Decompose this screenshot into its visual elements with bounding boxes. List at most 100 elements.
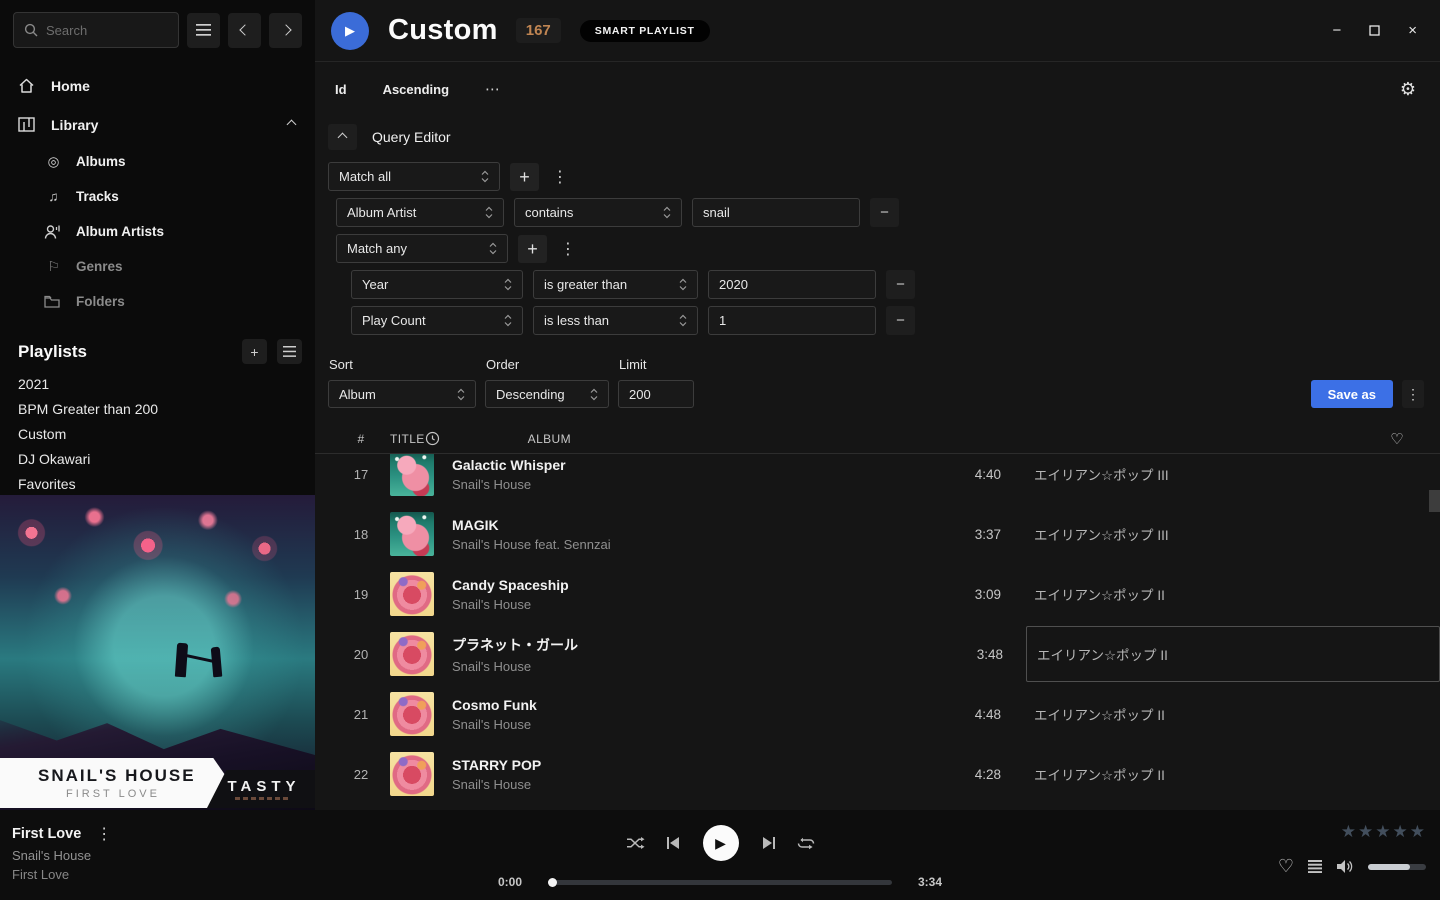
track-title: MAGIK: [452, 517, 931, 533]
close-button[interactable]: ×: [1408, 22, 1417, 39]
previous-track-button[interactable]: [666, 836, 680, 850]
toolbar-more-button[interactable]: ⋯: [485, 80, 501, 98]
rule-operator-select[interactable]: is greater than: [533, 270, 698, 299]
select-updown-icon: [679, 314, 687, 327]
now-playing-info: First Love ⋮ Snail's House First Love: [12, 824, 115, 882]
playlist-item[interactable]: BPM Greater than 200: [0, 397, 315, 422]
player-bar: First Love ⋮ Snail's House First Love ▶: [0, 810, 1440, 900]
star-icon[interactable]: ★: [1375, 822, 1390, 842]
group-menu-button[interactable]: ⋮: [549, 167, 571, 187]
sidebar-item-folders[interactable]: Folders: [0, 284, 315, 319]
track-number: 22: [343, 767, 379, 782]
playlist-item[interactable]: DJ Okawari: [0, 447, 315, 472]
column-title[interactable]: TITLE: [390, 432, 425, 446]
save-menu-button[interactable]: ⋮: [1402, 380, 1424, 408]
next-track-button[interactable]: [762, 836, 776, 850]
match-mode-select[interactable]: Match all: [328, 162, 500, 191]
sidebar-item-library[interactable]: Library: [0, 105, 315, 144]
group-menu-button[interactable]: ⋮: [557, 239, 579, 259]
rule-operator-select[interactable]: is less than: [533, 306, 698, 335]
volume-slider[interactable]: [1368, 864, 1426, 870]
chevron-up-icon[interactable]: [287, 120, 297, 130]
seek-thumb[interactable]: [548, 878, 557, 887]
rule-field-select[interactable]: Album Artist: [336, 198, 504, 227]
gear-icon[interactable]: ⚙: [1400, 79, 1416, 100]
track-number: 20: [343, 647, 379, 662]
volume-button[interactable]: [1336, 859, 1354, 874]
menu-button[interactable]: [187, 13, 220, 48]
add-rule-button[interactable]: +: [518, 235, 547, 263]
now-playing-menu-button[interactable]: ⋮: [93, 824, 115, 844]
star-icon[interactable]: ★: [1393, 822, 1408, 842]
track-duration: 3:09: [931, 587, 1001, 602]
remove-rule-button[interactable]: −: [886, 270, 915, 299]
track-list: 17Galactic WhisperSnail's House4:40エイリアン…: [315, 454, 1440, 807]
track-row[interactable]: 20プラネット・ガールSnail's House3:48エイリアン☆ポップ II: [315, 624, 1440, 684]
favorite-button[interactable]: ♡: [1278, 856, 1294, 877]
select-value: Match any: [347, 241, 407, 256]
track-album-focused-cell[interactable]: エイリアン☆ポップ II: [1026, 626, 1440, 682]
sort-select[interactable]: Album: [328, 380, 476, 408]
shuffle-button[interactable]: [626, 836, 645, 850]
column-number[interactable]: #: [343, 432, 379, 446]
sidebar-item-tracks[interactable]: ♫Tracks: [0, 179, 315, 214]
select-value: Album Artist: [347, 205, 416, 220]
star-icon[interactable]: ★: [1410, 822, 1425, 842]
track-row[interactable]: 21Cosmo FunkSnail's House4:48エイリアン☆ポップ I…: [315, 684, 1440, 744]
rule-value-input[interactable]: [719, 277, 865, 292]
rule-value-input[interactable]: [719, 313, 865, 328]
library-icon: [18, 117, 37, 132]
star-icon[interactable]: ★: [1341, 822, 1356, 842]
column-favorite[interactable]: ♡: [934, 430, 1440, 448]
play-playlist-button[interactable]: ▶: [331, 12, 369, 50]
nav-forward-button[interactable]: [269, 13, 302, 48]
rule-value-input[interactable]: [703, 205, 849, 220]
column-duration[interactable]: [425, 431, 495, 446]
play-pause-button[interactable]: ▶: [703, 825, 739, 861]
column-album[interactable]: ALBUM: [528, 432, 934, 446]
playlist-item[interactable]: Custom: [0, 422, 315, 447]
rule-field-select[interactable]: Play Count: [351, 306, 523, 335]
minimize-button[interactable]: −: [1332, 22, 1341, 39]
track-row[interactable]: 22STARRY POPSnail's House4:28エイリアン☆ポップ I…: [315, 744, 1440, 804]
sort-order-button[interactable]: Ascending: [383, 82, 449, 97]
remove-rule-button[interactable]: −: [886, 306, 915, 335]
search-box[interactable]: [13, 12, 179, 48]
seek-slider[interactable]: [548, 880, 892, 885]
edit-playlists-button[interactable]: [277, 339, 302, 364]
limit-input[interactable]: [629, 387, 683, 402]
scrollbar-thumb[interactable]: [1429, 490, 1440, 512]
nav-back-button[interactable]: [228, 13, 261, 48]
sort-field-button[interactable]: Id: [335, 82, 347, 97]
star-icon[interactable]: ★: [1358, 822, 1373, 842]
match-mode-select[interactable]: Match any: [336, 234, 508, 263]
rule-field-select[interactable]: Year: [351, 270, 523, 299]
save-as-button[interactable]: Save as: [1311, 380, 1393, 408]
sidebar-topbar: [0, 0, 315, 58]
maximize-button[interactable]: [1369, 25, 1380, 36]
collapse-query-editor-button[interactable]: [328, 124, 357, 150]
playlist-item[interactable]: 2021: [0, 372, 315, 397]
query-editor-title: Query Editor: [372, 129, 451, 145]
maximize-icon: [1369, 25, 1380, 36]
add-playlist-button[interactable]: +: [242, 339, 267, 364]
queue-button[interactable]: [1308, 860, 1322, 873]
remove-rule-button[interactable]: −: [870, 198, 899, 227]
rule-value-input-wrapper: [708, 270, 876, 299]
track-row[interactable]: 19Candy SpaceshipSnail's House3:09エイリアン☆…: [315, 564, 1440, 624]
playlist-item[interactable]: Favorites: [0, 472, 315, 497]
sidebar-item-genres[interactable]: ⚐Genres: [0, 249, 315, 284]
sidebar-item-home[interactable]: Home: [0, 66, 315, 105]
order-select[interactable]: Descending: [485, 380, 609, 408]
track-row[interactable]: 18MAGIKSnail's House feat. Sennzai3:37エイ…: [315, 504, 1440, 564]
sidebar-item-albums[interactable]: ◎Albums: [0, 144, 315, 179]
select-updown-icon: [457, 388, 465, 401]
sidebar-item-album-artists[interactable]: Album Artists: [0, 214, 315, 249]
track-title: プラネット・ガール: [452, 635, 933, 655]
search-input[interactable]: [46, 23, 168, 38]
rule-operator-select[interactable]: contains: [514, 198, 682, 227]
track-text: Candy SpaceshipSnail's House: [452, 577, 931, 612]
repeat-button[interactable]: [797, 837, 815, 850]
track-row[interactable]: 17Galactic WhisperSnail's House4:40エイリアン…: [315, 454, 1440, 504]
add-rule-button[interactable]: +: [510, 163, 539, 191]
